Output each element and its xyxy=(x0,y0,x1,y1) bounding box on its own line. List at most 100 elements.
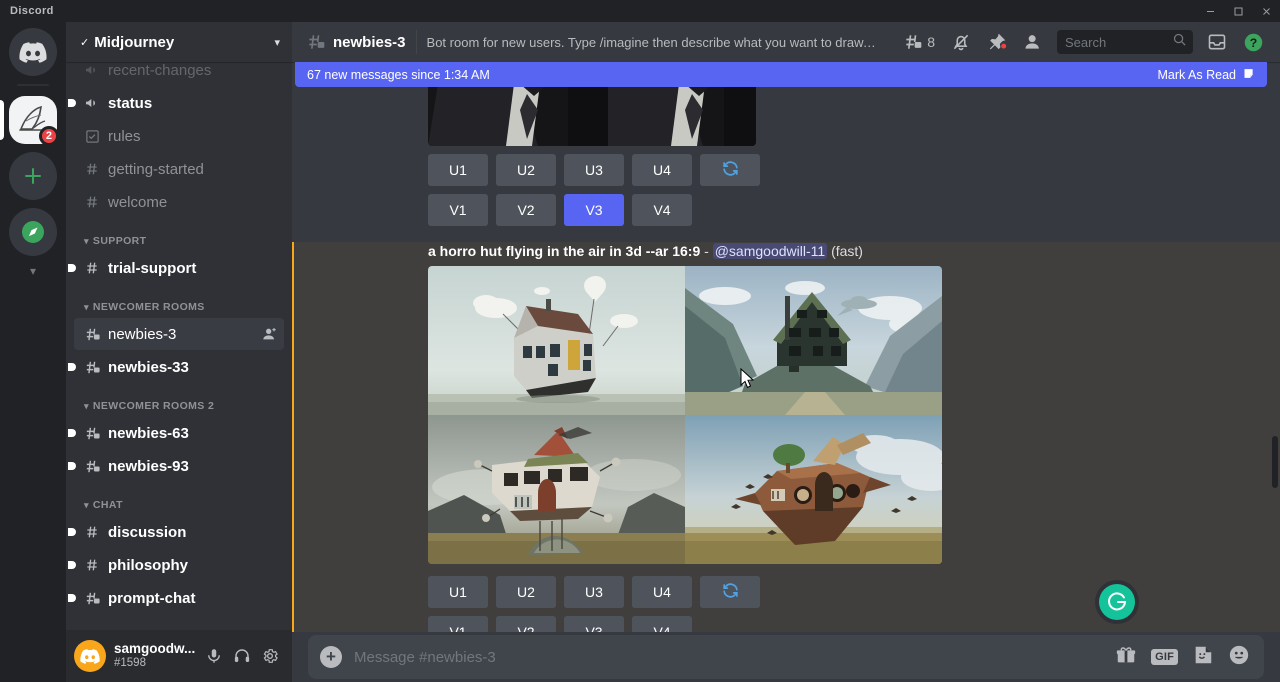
add-server-button[interactable] xyxy=(0,152,66,200)
maximize-button[interactable] xyxy=(1224,0,1252,22)
guild-header-button[interactable]: ✓ Midjourney ▾ xyxy=(66,22,292,62)
discord-logo-icon xyxy=(9,28,57,76)
variation-button-v1[interactable]: V1 xyxy=(428,616,488,632)
channel-topic[interactable]: Bot room for new users. Type /imagine th… xyxy=(427,35,877,50)
window-controls xyxy=(1196,0,1280,22)
variation-button-v2[interactable]: V2 xyxy=(496,194,556,226)
upscale-button-u2[interactable]: U2 xyxy=(496,576,556,608)
category-support[interactable]: ▾ SUPPORT xyxy=(66,219,292,251)
hash-thread-icon xyxy=(82,456,102,476)
upscale-button-u1[interactable]: U1 xyxy=(428,576,488,608)
add-member-icon[interactable] xyxy=(262,326,278,342)
upscale-button-u1[interactable]: U1 xyxy=(428,154,488,186)
variation-button-v1[interactable]: V1 xyxy=(428,194,488,226)
variation-button-v2[interactable]: V2 xyxy=(496,616,556,632)
sidebar-item-newbies-93[interactable]: newbies-93 xyxy=(74,450,284,482)
search-placeholder: Search xyxy=(1065,35,1172,50)
message-input[interactable]: + Message #newbies-3 GIF xyxy=(308,635,1264,679)
rail-divider xyxy=(17,84,49,86)
search-input[interactable]: Search xyxy=(1057,30,1193,54)
category-chat[interactable]: ▾ CHAT xyxy=(66,483,292,515)
variation-button-v4[interactable]: V4 xyxy=(632,616,692,632)
help-button[interactable]: ? xyxy=(1235,32,1272,53)
sidebar-item-getting-started[interactable]: getting-started xyxy=(74,153,284,185)
threads-button[interactable]: 8 xyxy=(895,32,943,52)
headset-icon[interactable] xyxy=(228,641,256,671)
gift-icon[interactable] xyxy=(1115,644,1137,671)
explore-servers-button[interactable] xyxy=(0,208,66,256)
upscale-button-u3[interactable]: U3 xyxy=(564,576,624,608)
message-image-previous[interactable] xyxy=(428,84,756,146)
microphone-icon[interactable] xyxy=(200,641,228,671)
sidebar-item-discussion[interactable]: discussion xyxy=(74,516,284,548)
new-messages-bar[interactable]: 67 new messages since 1:34 AM Mark As Re… xyxy=(295,62,1267,87)
unread-indicator xyxy=(68,429,76,437)
channel-header: newbies-3 Bot room for new users. Type /… xyxy=(292,22,1280,62)
upscale-button-u2[interactable]: U2 xyxy=(496,154,556,186)
grid-cell-1[interactable] xyxy=(428,266,685,415)
channel-list[interactable]: recent-changes status rules getting xyxy=(66,62,292,638)
header-actions: 8 Search xyxy=(895,30,1272,54)
inbox-button[interactable] xyxy=(1199,32,1235,52)
unread-indicator xyxy=(68,363,76,371)
sidebar-item-label: discussion xyxy=(108,524,284,541)
emoji-icon[interactable] xyxy=(1228,644,1250,671)
sidebar-item-philosophy[interactable]: philosophy xyxy=(74,549,284,581)
sidebar-item-welcome[interactable]: welcome xyxy=(74,186,284,218)
notifications-button[interactable] xyxy=(943,32,979,52)
category-newcomer-rooms-2[interactable]: ▾ NEWCOMER ROOMS 2 xyxy=(66,384,292,416)
reroll-button[interactable] xyxy=(700,576,760,608)
upscale-button-u3[interactable]: U3 xyxy=(564,154,624,186)
chevron-down-icon: ▾ xyxy=(84,500,89,511)
unread-indicator xyxy=(68,594,76,602)
members-button[interactable] xyxy=(1015,32,1051,52)
grammarly-button[interactable] xyxy=(1099,584,1135,620)
upscale-button-u4[interactable]: U4 xyxy=(632,576,692,608)
sticker-icon[interactable] xyxy=(1192,644,1214,671)
close-button[interactable] xyxy=(1252,0,1280,22)
sidebar-item-newbies-33[interactable]: newbies-33 xyxy=(74,351,284,383)
gif-button[interactable]: GIF xyxy=(1151,649,1178,665)
avatar[interactable] xyxy=(74,640,106,672)
variation-button-v3[interactable]: V3 xyxy=(564,616,624,632)
variation-button-v3[interactable]: V3 xyxy=(564,194,624,226)
verified-check-icon: ✓ xyxy=(80,36,89,49)
action-buttons-row-2-current: V1 V2 V3 V4 xyxy=(428,616,1280,632)
sidebar-item-status[interactable]: status xyxy=(74,87,284,119)
minimize-button[interactable] xyxy=(1196,0,1224,22)
plus-icon: + xyxy=(320,646,342,668)
gear-icon[interactable] xyxy=(256,641,284,671)
chevron-down-icon: ▾ xyxy=(274,36,280,49)
guild-home[interactable] xyxy=(0,28,66,76)
mark-as-read-label: Mark As Read xyxy=(1157,68,1236,82)
mention[interactable]: @samgoodwill-11 xyxy=(713,243,827,259)
sidebar-item-newbies-3[interactable]: newbies-3 xyxy=(74,318,284,350)
mark-as-read-button[interactable]: Mark As Read xyxy=(1157,66,1257,84)
guild-midjourney[interactable]: 2 xyxy=(0,96,66,144)
sidebar-item-rules[interactable]: rules xyxy=(74,120,284,152)
sidebar-item-trial-support[interactable]: trial-support xyxy=(74,252,284,284)
sidebar-item-recent-changes[interactable]: recent-changes xyxy=(74,62,284,86)
category-label: NEWCOMER ROOMS xyxy=(93,301,205,313)
attach-button[interactable]: + xyxy=(308,646,354,668)
unread-indicator xyxy=(68,528,76,536)
plus-icon xyxy=(9,152,57,200)
user-identity[interactable]: samgoodw... #1598 xyxy=(114,641,200,670)
category-newcomer-rooms[interactable]: ▾ NEWCOMER ROOMS xyxy=(66,285,292,317)
page-title[interactable]: newbies-3 xyxy=(333,34,406,51)
message-scrollbar[interactable] xyxy=(1271,88,1279,632)
variation-button-v4[interactable]: V4 xyxy=(632,194,692,226)
grid-cell-3[interactable] xyxy=(428,415,685,564)
sidebar-item-newbies-63[interactable]: newbies-63 xyxy=(74,417,284,449)
rules-icon xyxy=(82,126,102,146)
new-messages-text: 67 new messages since 1:34 AM xyxy=(307,68,1157,82)
grid-cell-4[interactable] xyxy=(685,415,942,564)
grid-cell-2[interactable] xyxy=(685,266,942,415)
sidebar-item-prompt-chat[interactable]: prompt-chat xyxy=(74,582,284,614)
message-list[interactable]: U1 U2 U3 U4 V1 V2 xyxy=(292,62,1280,632)
upscale-button-u4[interactable]: U4 xyxy=(632,154,692,186)
pinned-messages-button[interactable] xyxy=(979,32,1015,52)
scrollbar-thumb[interactable] xyxy=(1272,436,1278,488)
reroll-button[interactable] xyxy=(700,154,760,186)
image-grid[interactable] xyxy=(428,266,942,564)
